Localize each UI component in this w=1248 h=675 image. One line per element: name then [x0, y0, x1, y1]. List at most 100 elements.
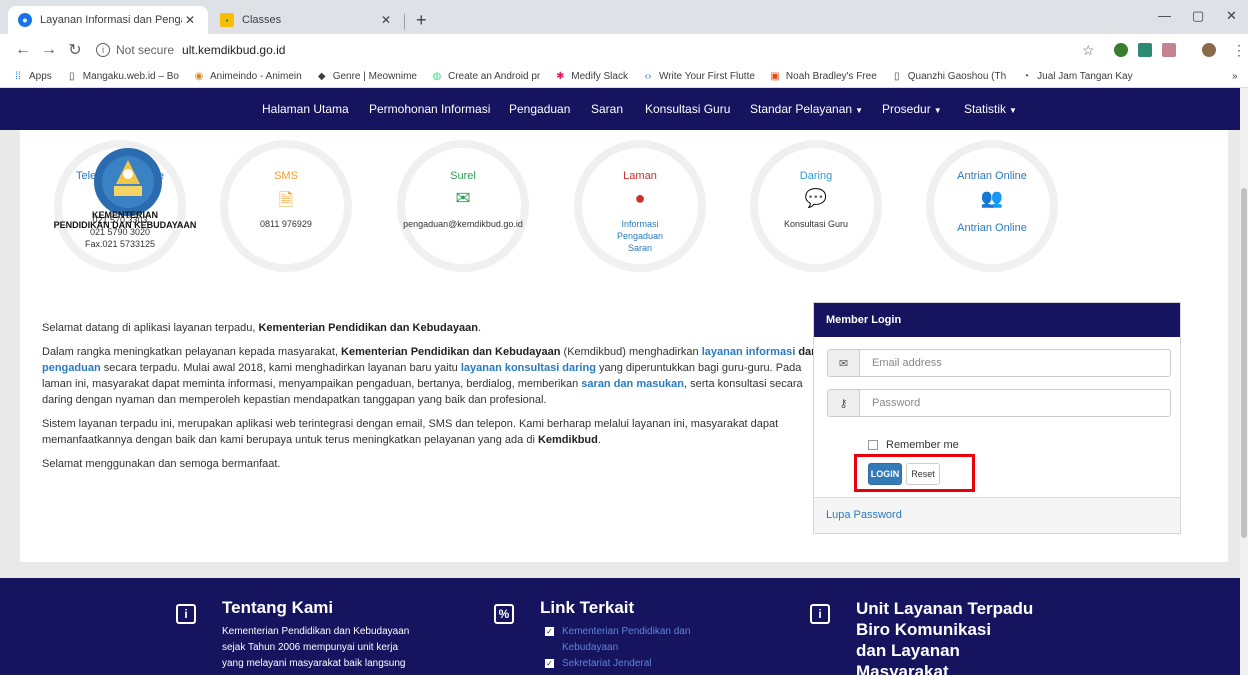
- page-icon: ▯: [69, 71, 75, 82]
- extension-icon[interactable]: [1162, 43, 1176, 57]
- caret-down-icon: ▼: [1009, 106, 1017, 115]
- contact-surel: Surel ✉ pengaduan@kemdikbud.go.id: [397, 140, 529, 272]
- link-layanan-informasi[interactable]: layanan informasi: [702, 346, 796, 358]
- close-icon[interactable]: ✕: [182, 13, 198, 27]
- profile-avatar[interactable]: [1202, 43, 1216, 57]
- reload-icon[interactable]: ↻: [62, 40, 88, 60]
- extension-icon[interactable]: [1138, 43, 1152, 57]
- remember-checkbox[interactable]: [868, 440, 878, 450]
- footer-link-continuation[interactable]: Kebudayaan: [545, 640, 690, 656]
- nav-prosedur[interactable]: Prosedur ▼: [882, 102, 942, 116]
- animeindo-icon: ◉: [194, 71, 204, 82]
- page-scrollbar[interactable]: [1240, 88, 1248, 675]
- login-button[interactable]: LOGIN: [868, 463, 902, 485]
- scrollbar-thumb[interactable]: [1241, 188, 1247, 538]
- bookmark-item[interactable]: ‹› Write Your First Flutte: [642, 71, 755, 83]
- footer-link-item[interactable]: ✓ Kementerian Pendidikan dan: [545, 624, 690, 640]
- tab-classes[interactable]: ▪ Classes ✕: [210, 6, 404, 34]
- nav-saran[interactable]: Saran: [591, 102, 623, 116]
- globe-icon: ●: [634, 188, 646, 208]
- link-pengaduan[interactable]: pengaduan: [42, 362, 101, 374]
- envelope-icon: ✉: [828, 350, 860, 376]
- bookmark-item[interactable]: ◆ Genre | Meownime: [316, 71, 417, 83]
- page-icon: ▯: [894, 71, 900, 82]
- security-status: Not secure: [116, 43, 175, 57]
- bookmark-item[interactable]: ◍ Create an Android pr: [431, 71, 541, 83]
- main-navigation: Halaman Utama Permohonan Informasi Penga…: [0, 88, 1240, 130]
- contact-title: SMS: [274, 170, 298, 182]
- site-footer: i Tentang Kami Kementerian Pendidikan da…: [0, 578, 1240, 675]
- android-icon: ◍: [432, 71, 442, 82]
- key-icon: ⚷: [828, 390, 860, 416]
- contact-sms: SMS 🗎 0811 976929: [220, 140, 352, 272]
- intro-text: Selamat datang di aplikasi layanan terpa…: [42, 320, 832, 480]
- bookmark-item[interactable]: ▣ Noah Bradley's Free: [769, 71, 877, 83]
- reset-button[interactable]: Reset: [906, 463, 940, 485]
- star-icon[interactable]: ☆: [1082, 42, 1095, 59]
- tab-layanan[interactable]: ● Layanan Informasi dan Pengadu ✕: [8, 6, 208, 34]
- caret-down-icon: ▼: [855, 106, 863, 115]
- nav-pengaduan[interactable]: Pengaduan: [509, 102, 570, 116]
- info-icon[interactable]: i: [96, 43, 110, 57]
- back-icon[interactable]: ←: [10, 41, 36, 59]
- nav-konsultasi-guru[interactable]: Konsultasi Guru: [645, 102, 730, 116]
- link-konsultasi-daring[interactable]: layanan konsultasi daring: [461, 362, 596, 374]
- contact-title: Laman: [623, 170, 657, 182]
- intro-paragraph: Selamat menggunakan dan semoga bermanfaa…: [42, 458, 281, 470]
- window-close-icon[interactable]: ✕: [1226, 8, 1237, 24]
- footer-links: ✓ Kementerian Pendidikan dan Kebudayaan ✓…: [545, 624, 690, 672]
- intro-paragraph: Dalam rangka meningkatkan pelayanan kepa…: [42, 346, 818, 406]
- globe-icon: ●: [18, 13, 32, 27]
- bookmark-item[interactable]: ◔ Jual Jam Tangan Kay: [1020, 71, 1132, 83]
- bookmark-apps[interactable]: ⁞⁞ Apps: [12, 71, 52, 83]
- remember-me[interactable]: Remember me: [868, 439, 959, 451]
- maximize-icon[interactable]: ▢: [1192, 8, 1204, 24]
- browser-toolbar: ← → ↻ i Not secure ult.kemdikbud.go.id ☆…: [0, 34, 1248, 66]
- url-text[interactable]: ult.kemdikbud.go.id: [182, 43, 285, 57]
- extension-icon[interactable]: [1114, 43, 1128, 57]
- contact-antrian: Antrian Online 👥 Antrian Online: [926, 140, 1058, 272]
- link-saran-masukan[interactable]: saran dan masukan: [581, 378, 684, 390]
- forgot-password-link[interactable]: Lupa Password: [814, 497, 1180, 533]
- caret-down-icon: ▼: [933, 106, 942, 115]
- contact-title: Surel: [450, 170, 476, 182]
- nav-statistik[interactable]: Statistik ▼: [964, 102, 1017, 116]
- nav-permohonan-informasi[interactable]: Permohonan Informasi: [369, 102, 490, 116]
- bookmark-item[interactable]: ▯ Mangaku.web.id – Bo: [66, 71, 179, 83]
- intro-paragraph: Sistem layanan terpadu ini, merupakan ap…: [42, 418, 779, 446]
- close-icon[interactable]: ✕: [378, 13, 394, 27]
- link-icon: %: [494, 604, 514, 624]
- bookmark-item[interactable]: ◉ Animeindo - Animein: [193, 71, 302, 83]
- contact-title: Antrian Online: [957, 170, 1027, 182]
- ministry-name: KEMENTERIAN PENDIDIKAN DAN KEBUDAYAAN: [53, 210, 197, 230]
- meownime-icon: ◆: [317, 71, 326, 82]
- check-icon: ✓: [545, 659, 554, 668]
- footer-link-item[interactable]: ✓ Sekretariat Jenderal: [545, 656, 690, 672]
- menu-icon[interactable]: ⋮: [1232, 42, 1246, 59]
- footer-about-title: Tentang Kami: [222, 598, 334, 617]
- bookmarks-bar: ⁞⁞ Apps ▯ Mangaku.web.id – Bo ◉ Animeindo -…: [0, 66, 1248, 88]
- password-field[interactable]: ⚷: [827, 389, 1171, 417]
- nav-standar-pelayanan[interactable]: Standar Pelayanan ▼: [750, 102, 863, 116]
- nav-halaman-utama[interactable]: Halaman Utama: [262, 102, 349, 116]
- bookmark-item[interactable]: ▯ Quanzhi Gaoshou (Th: [891, 71, 1006, 83]
- forward-icon[interactable]: →: [36, 41, 62, 59]
- email-input[interactable]: [860, 350, 1170, 376]
- new-tab-button[interactable]: +: [416, 10, 427, 31]
- tab-title: Layanan Informasi dan Pengadu: [40, 14, 182, 26]
- bookmarks-more[interactable]: »: [1232, 71, 1238, 82]
- contact-daring: Daring 💬 Konsultasi Guru: [750, 140, 882, 272]
- minimize-icon[interactable]: —: [1158, 8, 1171, 23]
- info-icon: i: [176, 604, 196, 624]
- intro-paragraph: Selamat datang di aplikasi layanan terpa…: [42, 322, 481, 334]
- noah-icon: ▣: [770, 71, 780, 82]
- password-input[interactable]: [860, 390, 1170, 416]
- contact-title: Daring: [799, 170, 833, 182]
- contact-lines[interactable]: Informasi Pengaduan Saran: [562, 218, 718, 254]
- address-bar[interactable]: i Not secure ult.kemdikbud.go.id: [96, 38, 1096, 62]
- contact-lines[interactable]: Antrian Online: [914, 222, 1070, 234]
- bookmark-item[interactable]: ✱ Medify Slack: [554, 71, 628, 83]
- page-viewport: Halaman Utama Permohonan Informasi Penga…: [0, 88, 1240, 675]
- email-field[interactable]: ✉: [827, 349, 1171, 377]
- tab-separator: [404, 14, 405, 30]
